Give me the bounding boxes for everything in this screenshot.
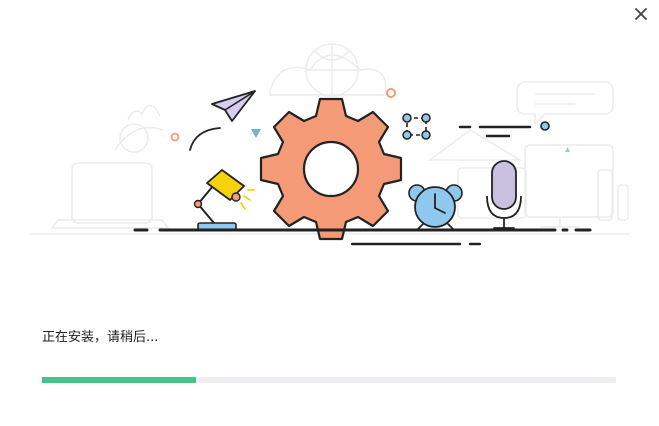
ground-line — [133, 228, 592, 246]
paper-plane-icon — [189, 90, 256, 151]
installer-window: 正在安装，请稍后... — [0, 0, 659, 426]
crop-icon — [402, 113, 431, 140]
desk-lamp-icon — [193, 169, 255, 231]
decor-ring — [386, 88, 396, 98]
install-progress-bar — [42, 377, 616, 383]
alarm-clock-icon — [408, 184, 463, 231]
decor-triangle — [251, 129, 261, 138]
decor-dot — [540, 121, 550, 131]
decor-ring — [170, 132, 180, 142]
decor-triangle — [565, 147, 570, 152]
install-status-text: 正在安装，请稍后... — [42, 330, 159, 345]
installing-illustration — [30, 43, 630, 246]
install-progress-fill — [42, 377, 196, 383]
decor-dashes — [458, 125, 532, 138]
gear-icon — [259, 97, 403, 241]
